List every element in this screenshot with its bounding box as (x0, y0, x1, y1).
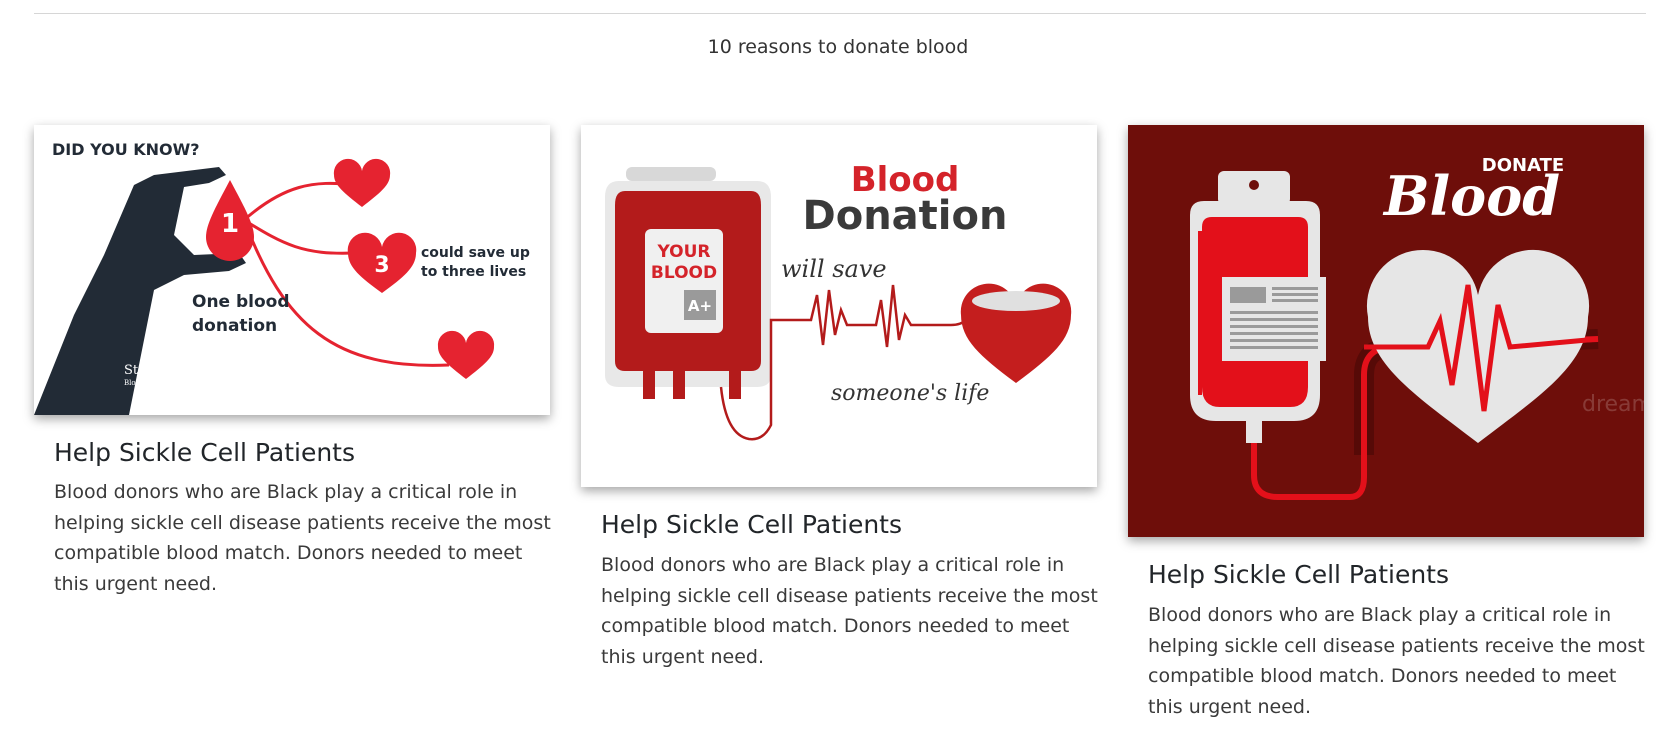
reason-card-1[interactable]: DID YOU KNOW? 1 3 could save up to three… (34, 125, 551, 605)
dreamstime-watermark: dreamstime (1582, 392, 1644, 417)
card-title: Help Sickle Cell Patients (54, 438, 356, 467)
reason-card-2[interactable]: YOUR BLOOD A+ Blood Blood Donation will … (581, 125, 1098, 675)
svg-text:BLOOD: BLOOD (651, 263, 717, 283)
svg-text:Blood Center: Blood Center (124, 379, 171, 387)
svg-text:YOUR: YOUR (656, 242, 710, 262)
did-you-know-text: DID YOU KNOW? (52, 140, 200, 159)
blood-script-text: Blood (1382, 164, 1560, 228)
section-heading: 10 reasons to donate blood (707, 36, 969, 58)
svg-text:1: 1 (221, 209, 239, 239)
script-will-save: will save (781, 255, 887, 283)
card-image-blood-donation[interactable]: YOUR BLOOD A+ Blood Blood Donation will … (581, 125, 1097, 487)
title-donation: Donation (803, 193, 1008, 239)
script-someones-life: someone's life (831, 381, 989, 406)
svg-text:One blood: One blood (192, 292, 290, 312)
svg-text:to three lives: to three lives (421, 264, 526, 280)
svg-text:A+: A+ (688, 297, 712, 315)
card-description: Blood donors who are Black play a critic… (54, 481, 551, 595)
card-image-stanford[interactable]: DID YOU KNOW? 1 3 could save up to three… (34, 125, 550, 415)
svg-text:donation: donation (192, 316, 277, 336)
card-title: Help Sickle Cell Patients (1148, 560, 1450, 589)
stanford-logo-text: Stanford (124, 363, 181, 378)
svg-text:could save up: could save up (421, 245, 530, 261)
reason-card-3[interactable]: dreamstime DONATE Blood Help Sickle Cell… (1128, 125, 1645, 725)
card-description: Blood donors who are Black play a critic… (1148, 604, 1645, 718)
svg-text:3: 3 (374, 253, 389, 278)
card-description: Blood donors who are Black play a critic… (601, 554, 1098, 668)
top-divider (34, 13, 1646, 14)
card-title: Help Sickle Cell Patients (601, 510, 903, 539)
card-image-donate-blood[interactable]: dreamstime DONATE Blood (1128, 125, 1644, 537)
